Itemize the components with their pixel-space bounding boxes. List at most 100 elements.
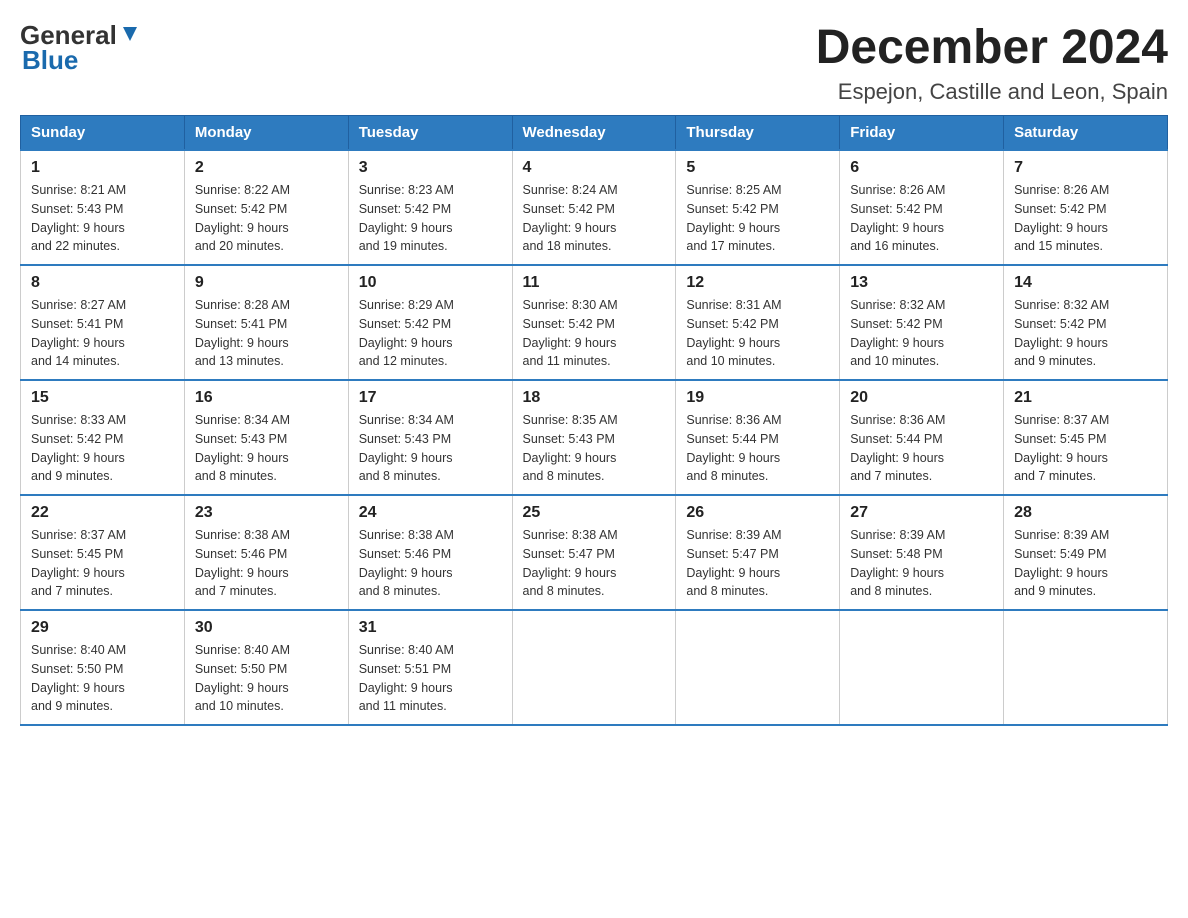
calendar-day-cell: 24 Sunrise: 8:38 AM Sunset: 5:46 PM Dayl…	[348, 495, 512, 610]
calendar-week-row: 8 Sunrise: 8:27 AM Sunset: 5:41 PM Dayli…	[21, 265, 1168, 380]
calendar-day-cell: 11 Sunrise: 8:30 AM Sunset: 5:42 PM Dayl…	[512, 265, 676, 380]
calendar-day-cell: 31 Sunrise: 8:40 AM Sunset: 5:51 PM Dayl…	[348, 610, 512, 725]
day-number: 15	[31, 389, 174, 407]
calendar-day-cell: 27 Sunrise: 8:39 AM Sunset: 5:48 PM Dayl…	[840, 495, 1004, 610]
calendar-week-row: 1 Sunrise: 8:21 AM Sunset: 5:43 PM Dayli…	[21, 150, 1168, 265]
day-number: 6	[850, 159, 993, 177]
day-number: 22	[31, 504, 174, 522]
calendar-day-cell: 4 Sunrise: 8:24 AM Sunset: 5:42 PM Dayli…	[512, 150, 676, 265]
calendar-week-row: 22 Sunrise: 8:37 AM Sunset: 5:45 PM Dayl…	[21, 495, 1168, 610]
day-info: Sunrise: 8:36 AM Sunset: 5:44 PM Dayligh…	[686, 411, 829, 486]
calendar-day-cell: 13 Sunrise: 8:32 AM Sunset: 5:42 PM Dayl…	[840, 265, 1004, 380]
calendar-week-row: 15 Sunrise: 8:33 AM Sunset: 5:42 PM Dayl…	[21, 380, 1168, 495]
day-info: Sunrise: 8:29 AM Sunset: 5:42 PM Dayligh…	[359, 296, 502, 371]
day-info: Sunrise: 8:39 AM Sunset: 5:48 PM Dayligh…	[850, 526, 993, 601]
calendar-day-cell	[1004, 610, 1168, 725]
day-number: 23	[195, 504, 338, 522]
day-number: 20	[850, 389, 993, 407]
day-number: 25	[523, 504, 666, 522]
day-number: 28	[1014, 504, 1157, 522]
day-info: Sunrise: 8:26 AM Sunset: 5:42 PM Dayligh…	[1014, 181, 1157, 256]
day-number: 1	[31, 159, 174, 177]
day-number: 26	[686, 504, 829, 522]
day-number: 29	[31, 619, 174, 637]
calendar-day-cell: 12 Sunrise: 8:31 AM Sunset: 5:42 PM Dayl…	[676, 265, 840, 380]
day-info: Sunrise: 8:36 AM Sunset: 5:44 PM Dayligh…	[850, 411, 993, 486]
day-number: 2	[195, 159, 338, 177]
day-info: Sunrise: 8:40 AM Sunset: 5:51 PM Dayligh…	[359, 641, 502, 716]
day-info: Sunrise: 8:23 AM Sunset: 5:42 PM Dayligh…	[359, 181, 502, 256]
calendar-title: December 2024	[816, 20, 1168, 75]
day-info: Sunrise: 8:33 AM Sunset: 5:42 PM Dayligh…	[31, 411, 174, 486]
logo-blue: Blue	[22, 45, 78, 76]
calendar-day-cell: 17 Sunrise: 8:34 AM Sunset: 5:43 PM Dayl…	[348, 380, 512, 495]
day-number: 7	[1014, 159, 1157, 177]
day-info: Sunrise: 8:40 AM Sunset: 5:50 PM Dayligh…	[31, 641, 174, 716]
calendar-day-cell: 22 Sunrise: 8:37 AM Sunset: 5:45 PM Dayl…	[21, 495, 185, 610]
calendar-day-cell: 29 Sunrise: 8:40 AM Sunset: 5:50 PM Dayl…	[21, 610, 185, 725]
calendar-day-cell: 9 Sunrise: 8:28 AM Sunset: 5:41 PM Dayli…	[184, 265, 348, 380]
day-info: Sunrise: 8:38 AM Sunset: 5:46 PM Dayligh…	[195, 526, 338, 601]
day-number: 3	[359, 159, 502, 177]
day-info: Sunrise: 8:25 AM Sunset: 5:42 PM Dayligh…	[686, 181, 829, 256]
calendar-day-cell: 26 Sunrise: 8:39 AM Sunset: 5:47 PM Dayl…	[676, 495, 840, 610]
calendar-day-cell: 1 Sunrise: 8:21 AM Sunset: 5:43 PM Dayli…	[21, 150, 185, 265]
day-number: 14	[1014, 274, 1157, 292]
day-info: Sunrise: 8:30 AM Sunset: 5:42 PM Dayligh…	[523, 296, 666, 371]
calendar-day-cell: 18 Sunrise: 8:35 AM Sunset: 5:43 PM Dayl…	[512, 380, 676, 495]
calendar-day-cell: 5 Sunrise: 8:25 AM Sunset: 5:42 PM Dayli…	[676, 150, 840, 265]
day-number: 16	[195, 389, 338, 407]
day-info: Sunrise: 8:31 AM Sunset: 5:42 PM Dayligh…	[686, 296, 829, 371]
day-info: Sunrise: 8:24 AM Sunset: 5:42 PM Dayligh…	[523, 181, 666, 256]
logo-triangle-icon	[119, 23, 141, 45]
calendar-day-cell: 14 Sunrise: 8:32 AM Sunset: 5:42 PM Dayl…	[1004, 265, 1168, 380]
calendar-day-cell: 21 Sunrise: 8:37 AM Sunset: 5:45 PM Dayl…	[1004, 380, 1168, 495]
calendar-day-cell: 2 Sunrise: 8:22 AM Sunset: 5:42 PM Dayli…	[184, 150, 348, 265]
calendar-day-cell: 3 Sunrise: 8:23 AM Sunset: 5:42 PM Dayli…	[348, 150, 512, 265]
calendar-day-cell: 23 Sunrise: 8:38 AM Sunset: 5:46 PM Dayl…	[184, 495, 348, 610]
day-info: Sunrise: 8:27 AM Sunset: 5:41 PM Dayligh…	[31, 296, 174, 371]
day-info: Sunrise: 8:40 AM Sunset: 5:50 PM Dayligh…	[195, 641, 338, 716]
calendar-day-cell: 28 Sunrise: 8:39 AM Sunset: 5:49 PM Dayl…	[1004, 495, 1168, 610]
calendar-header-thursday: Thursday	[676, 116, 840, 151]
calendar-day-cell: 7 Sunrise: 8:26 AM Sunset: 5:42 PM Dayli…	[1004, 150, 1168, 265]
day-info: Sunrise: 8:26 AM Sunset: 5:42 PM Dayligh…	[850, 181, 993, 256]
day-info: Sunrise: 8:39 AM Sunset: 5:47 PM Dayligh…	[686, 526, 829, 601]
calendar-header-sunday: Sunday	[21, 116, 185, 151]
calendar-day-cell	[512, 610, 676, 725]
day-info: Sunrise: 8:21 AM Sunset: 5:43 PM Dayligh…	[31, 181, 174, 256]
day-number: 4	[523, 159, 666, 177]
day-info: Sunrise: 8:39 AM Sunset: 5:49 PM Dayligh…	[1014, 526, 1157, 601]
calendar-header-tuesday: Tuesday	[348, 116, 512, 151]
day-number: 19	[686, 389, 829, 407]
page-header: General Blue December 2024 Espejon, Cast…	[20, 20, 1168, 105]
day-number: 5	[686, 159, 829, 177]
day-number: 27	[850, 504, 993, 522]
day-info: Sunrise: 8:38 AM Sunset: 5:47 PM Dayligh…	[523, 526, 666, 601]
day-number: 31	[359, 619, 502, 637]
day-number: 11	[523, 274, 666, 292]
calendar-header-saturday: Saturday	[1004, 116, 1168, 151]
calendar-body: 1 Sunrise: 8:21 AM Sunset: 5:43 PM Dayli…	[21, 150, 1168, 725]
day-info: Sunrise: 8:37 AM Sunset: 5:45 PM Dayligh…	[1014, 411, 1157, 486]
calendar-day-cell: 6 Sunrise: 8:26 AM Sunset: 5:42 PM Dayli…	[840, 150, 1004, 265]
calendar-header: SundayMondayTuesdayWednesdayThursdayFrid…	[21, 116, 1168, 151]
day-info: Sunrise: 8:37 AM Sunset: 5:45 PM Dayligh…	[31, 526, 174, 601]
day-number: 24	[359, 504, 502, 522]
day-info: Sunrise: 8:32 AM Sunset: 5:42 PM Dayligh…	[850, 296, 993, 371]
calendar-title-block: December 2024 Espejon, Castille and Leon…	[816, 20, 1168, 105]
calendar-header-monday: Monday	[184, 116, 348, 151]
logo: General Blue	[20, 20, 141, 76]
day-number: 12	[686, 274, 829, 292]
calendar-day-cell: 19 Sunrise: 8:36 AM Sunset: 5:44 PM Dayl…	[676, 380, 840, 495]
day-info: Sunrise: 8:34 AM Sunset: 5:43 PM Dayligh…	[359, 411, 502, 486]
calendar-day-cell: 15 Sunrise: 8:33 AM Sunset: 5:42 PM Dayl…	[21, 380, 185, 495]
calendar-header-wednesday: Wednesday	[512, 116, 676, 151]
day-info: Sunrise: 8:22 AM Sunset: 5:42 PM Dayligh…	[195, 181, 338, 256]
calendar-day-cell: 20 Sunrise: 8:36 AM Sunset: 5:44 PM Dayl…	[840, 380, 1004, 495]
calendar-table: SundayMondayTuesdayWednesdayThursdayFrid…	[20, 115, 1168, 726]
day-number: 8	[31, 274, 174, 292]
calendar-day-cell: 8 Sunrise: 8:27 AM Sunset: 5:41 PM Dayli…	[21, 265, 185, 380]
day-number: 10	[359, 274, 502, 292]
day-info: Sunrise: 8:28 AM Sunset: 5:41 PM Dayligh…	[195, 296, 338, 371]
